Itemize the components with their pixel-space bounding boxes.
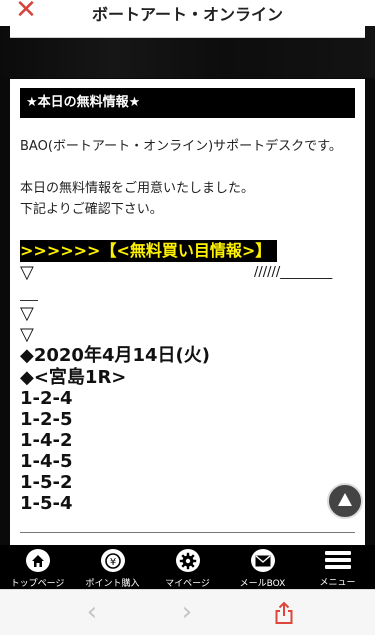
info-line-1: 本日の無料情報をご用意いたしました。 — [20, 181, 255, 196]
tab-label-mypage: マイページ — [165, 579, 210, 589]
home-icon — [25, 549, 50, 572]
pick-4: 1-4-5 — [20, 451, 73, 472]
pick-1: 1-2-4 — [20, 388, 73, 409]
tab-home[interactable]: トップページ — [0, 545, 75, 589]
menu-icon — [324, 549, 351, 571]
pick-5: 1-5-2 — [20, 472, 73, 493]
triangle-marker-2: ▽ — [20, 303, 34, 324]
tab-mailbox[interactable]: メールBOX — [225, 545, 300, 589]
message-card: ★本日の無料情報★ BAO(ボートアート・オンライン)サポートデスクです。 本日… — [10, 79, 365, 545]
app-header: ✕ ボートアート・オンライン — [0, 0, 375, 26]
pick-6: 1-5-4 — [20, 493, 73, 514]
tab-label-mailbox: メールBOX — [239, 579, 286, 589]
share-icon[interactable] — [274, 601, 294, 625]
svg-text:¥: ¥ — [109, 557, 115, 568]
card-heading: ★本日の無料情報★ — [20, 88, 355, 118]
coin-icon: ¥ — [100, 549, 125, 572]
pick-3: 1-4-2 — [20, 430, 73, 451]
tab-label-buy-points: ポイント購入 — [85, 579, 140, 589]
tab-buy-points[interactable]: ¥ ポイント購入 — [75, 545, 150, 589]
pick-2: 1-2-5 — [20, 409, 73, 430]
race-venue: ◆<宮島1R> — [20, 367, 127, 388]
triangle-marker-1: ▽ — [20, 262, 34, 283]
race-date: ◆2020年4月14日(火) — [20, 345, 210, 366]
tab-label-menu: メニュー — [319, 578, 356, 588]
triangle-marker-3: ▽ — [20, 324, 34, 345]
forward-arrow-icon[interactable]: › — [177, 598, 197, 626]
mail-icon — [250, 549, 275, 572]
gear-icon — [175, 549, 200, 572]
previous-card-edge — [10, 26, 365, 38]
tab-mypage[interactable]: マイページ — [150, 545, 225, 589]
bottom-tab-bar: トップページ ¥ ポイント購入 マイページ メールBOX メニュー — [0, 545, 375, 589]
tab-menu[interactable]: メニュー — [300, 545, 375, 589]
intro-text: BAO(ボートアート・オンライン)サポートデスクです。 — [20, 139, 342, 154]
browser-toolbar: ‹ › — [0, 589, 375, 635]
site-title: ボートアート・オンライン — [91, 5, 284, 24]
info-line-2: 下記よりご確認下さい。 — [20, 202, 163, 217]
tab-label-home: トップページ — [10, 579, 65, 589]
back-arrow-icon[interactable]: ‹ — [82, 598, 102, 626]
divider-short — [20, 300, 38, 301]
card-divider — [20, 532, 355, 533]
slash-decoration: //////________ — [254, 265, 333, 280]
free-picks-banner: >>>>>>【<無料買い目情報>】 — [20, 240, 278, 262]
scroll-top-button[interactable] — [327, 483, 363, 519]
